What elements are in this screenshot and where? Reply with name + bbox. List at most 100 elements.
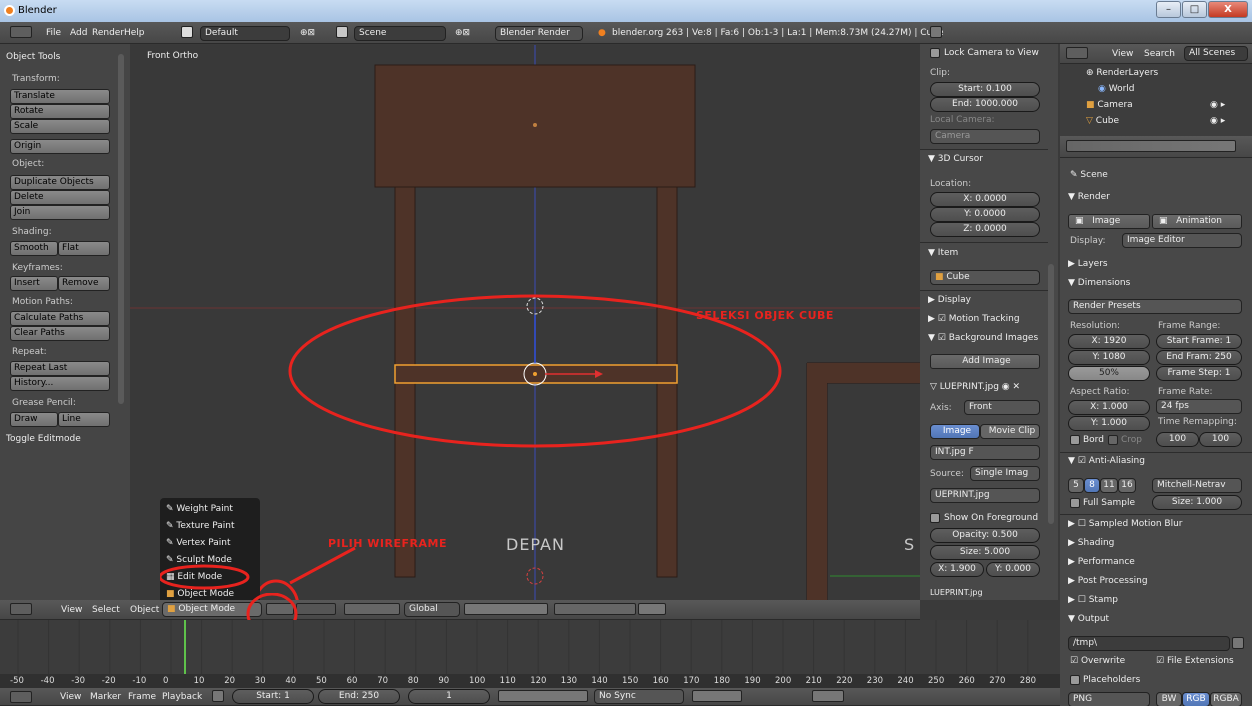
display-select[interactable]: Image Editor (1122, 233, 1242, 248)
toggle-editmode-title[interactable]: Toggle Editmode (6, 434, 81, 444)
aa-samples-16[interactable]: 16 (1118, 478, 1136, 493)
file-extensions-checkbox[interactable]: ☑ File Extensions (1156, 654, 1234, 668)
outliner-scope-select[interactable]: All Scenes (1184, 46, 1248, 61)
end-frame-field[interactable]: End Fram: 250 (1156, 350, 1242, 365)
frame-rate-select[interactable]: 24 fps (1156, 399, 1242, 414)
flat-button[interactable]: Flat (58, 241, 110, 256)
clip-end-field[interactable]: End: 1000.000 (930, 97, 1040, 112)
stamp-panel[interactable]: ▶ ☐ Stamp (1068, 595, 1118, 605)
fake-user-button[interactable]: F (968, 447, 973, 457)
context-tab-icons[interactable] (1066, 140, 1236, 152)
menu-help[interactable]: Help (124, 26, 145, 40)
close-button[interactable]: X (1208, 1, 1248, 18)
aa-size-field[interactable]: Size: 1.000 (1152, 495, 1242, 510)
outliner-search-menu[interactable]: Search (1144, 47, 1175, 61)
frame-step-field[interactable]: Frame Step: 1 (1156, 366, 1242, 381)
render-buttons[interactable] (638, 603, 666, 615)
resolution-y-field[interactable]: Y: 1080 (1068, 350, 1150, 365)
render-icon[interactable] (930, 26, 942, 38)
layout-field[interactable]: Default (200, 26, 290, 41)
timeline-marker-menu[interactable]: Marker (90, 690, 121, 704)
view-menu[interactable]: View (61, 603, 82, 617)
aa-samples-11[interactable]: 11 (1100, 478, 1118, 493)
keyframe-insert-buttons[interactable] (812, 690, 844, 702)
menu-render[interactable]: Render (92, 26, 124, 40)
playback-controls[interactable] (498, 690, 588, 702)
screen-layout-icon[interactable] (181, 26, 193, 38)
clip-start-field[interactable]: Start: 0.100 (930, 82, 1040, 97)
duplicate-objects-button[interactable]: Duplicate Objects (10, 175, 110, 190)
anti-aliasing-panel[interactable]: ▼ ☑ Anti-Aliasing (1068, 456, 1145, 466)
placeholders-checkbox[interactable] (1070, 675, 1080, 685)
color-bw-button[interactable]: BW (1156, 692, 1182, 706)
source-select[interactable]: Single Imag (970, 466, 1040, 481)
color-rgb-button[interactable]: RGB (1182, 692, 1210, 706)
end-frame-field[interactable]: End: 250 (318, 689, 400, 704)
scale-button[interactable]: Scale (10, 119, 110, 134)
motion-tracking-panel[interactable]: ▶ ☑ Motion Tracking (928, 314, 1020, 324)
render-image-button[interactable]: ▣ Image (1068, 214, 1150, 229)
camera-visibility-icon[interactable]: ◉ ▸ (1210, 98, 1225, 112)
axis-select[interactable]: Front (964, 400, 1040, 415)
tab-image[interactable]: Image (930, 424, 980, 439)
layers-panel[interactable]: ▶ Layers (1068, 259, 1108, 269)
aspect-y-field[interactable]: Y: 1.000 (1068, 416, 1150, 431)
rotate-button[interactable]: Rotate (10, 104, 110, 119)
show-foreground-checkbox[interactable] (930, 513, 940, 523)
minimize-button[interactable]: – (1156, 1, 1181, 18)
outliner-item-renderlayers[interactable]: ⊕ RenderLayers (1086, 66, 1158, 80)
insert-keyframe-button[interactable]: Insert (10, 276, 58, 291)
performance-panel[interactable]: ▶ Performance (1068, 557, 1135, 567)
keying-buttons[interactable] (692, 690, 742, 702)
line-button[interactable]: Line (58, 412, 110, 427)
outliner-item-camera[interactable]: ■ Camera (1086, 98, 1133, 112)
render-animation-button[interactable]: ▣ Animation (1152, 214, 1242, 229)
timeline-playback-menu[interactable]: Playback (162, 690, 202, 704)
cursor-x-field[interactable]: X: 0.0000 (930, 192, 1040, 207)
local-camera-field[interactable]: Camera (930, 129, 1040, 144)
timeline[interactable]: -50 -40 -30 -20 -10 0 10 20 30 40 50 60 70 80 90 100 110… (0, 620, 1060, 688)
remap-old-field[interactable]: 100 (1156, 432, 1199, 447)
n-panel-scrollbar[interactable] (1048, 264, 1054, 524)
properties-context-tabs[interactable] (1060, 136, 1252, 158)
opacity-field[interactable]: Opacity: 0.500 (930, 528, 1040, 543)
timeline-frame-menu[interactable]: Frame (128, 690, 156, 704)
border-checkbox[interactable] (1070, 435, 1080, 445)
folder-icon[interactable] (1232, 637, 1244, 649)
item-panel[interactable]: ▼ Item (928, 248, 958, 258)
sync-select[interactable]: No Sync (594, 689, 684, 704)
overwrite-checkbox[interactable]: ☑ Overwrite (1070, 654, 1125, 668)
shading-panel[interactable]: ▶ Shading (1068, 538, 1114, 548)
cursor-z-field[interactable]: Z: 0.0000 (930, 222, 1040, 237)
toolshelf-scrollbar[interactable] (118, 54, 124, 404)
display-panel[interactable]: ▶ Display (928, 295, 971, 305)
history-button[interactable]: History... (10, 376, 110, 391)
outliner-view-menu[interactable]: View (1112, 47, 1133, 61)
editor-type-icon[interactable] (10, 691, 32, 703)
file-format-select[interactable]: PNG (1068, 692, 1150, 706)
draw-button[interactable]: Draw (10, 412, 58, 427)
select-menu[interactable]: Select (92, 603, 120, 617)
lock-camera-checkbox[interactable] (930, 48, 940, 58)
scene-add-remove-icon[interactable]: ⊕⊠ (455, 26, 470, 40)
start-frame-field[interactable]: Start: 1 (232, 689, 314, 704)
preview-range-icon[interactable] (212, 690, 224, 702)
output-path-field[interactable]: /tmp\ (1068, 636, 1230, 651)
editor-type-icon[interactable] (10, 26, 32, 38)
layout-add-remove-icon[interactable]: ⊕⊠ (300, 26, 315, 40)
resolution-percentage[interactable]: 50% (1068, 366, 1150, 381)
dimensions-panel[interactable]: ▼ Dimensions (1068, 278, 1130, 288)
render-engine-select[interactable]: Blender Render (495, 26, 583, 41)
crop-checkbox[interactable] (1108, 435, 1118, 445)
aa-samples-8[interactable]: 8 (1084, 478, 1100, 493)
start-frame-field[interactable]: Start Frame: 1 (1156, 334, 1242, 349)
outliner-item-world[interactable]: ◉ World (1098, 82, 1135, 96)
object-menu[interactable]: Object (130, 603, 159, 617)
current-frame-field[interactable]: 1 (408, 689, 490, 704)
remove-keyframe-button[interactable]: Remove (58, 276, 110, 291)
render-panel[interactable]: ▼ Render (1068, 192, 1110, 202)
x-offset-field[interactable]: X: 1.900 (930, 562, 984, 577)
bg-image-entry[interactable]: ▽ LUEPRINT.jpg ◉ ✕ (930, 380, 1020, 394)
cursor-y-field[interactable]: Y: 0.0000 (930, 207, 1040, 222)
clear-paths-button[interactable]: Clear Paths (10, 326, 110, 341)
